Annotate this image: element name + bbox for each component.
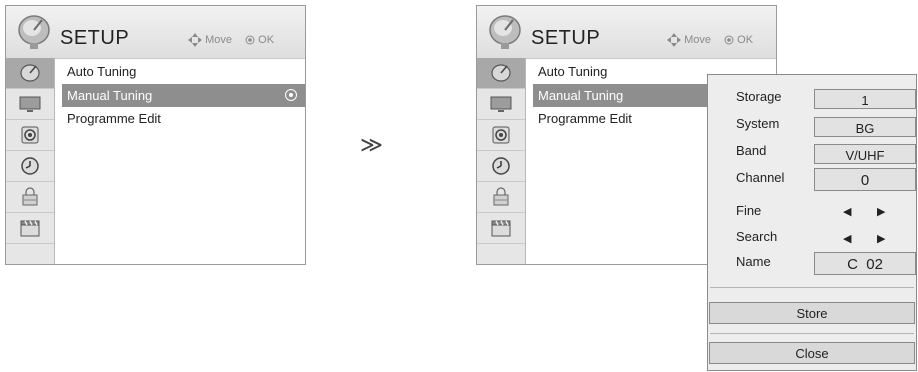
lock-icon: [493, 187, 509, 206]
popup-divider: [710, 333, 914, 334]
search-right-arrow-icon[interactable]: ▶: [877, 232, 885, 245]
audio-icon: [492, 126, 510, 144]
clapperboard-icon: [491, 220, 511, 237]
setup-dish-icon: [18, 15, 50, 49]
audio-icon: [21, 126, 39, 144]
sidebar-item-picture[interactable]: [6, 89, 54, 120]
transition-arrow: ≫: [360, 132, 384, 157]
store-button[interactable]: Store: [709, 302, 915, 324]
setup-title: SETUP: [531, 27, 601, 49]
manual-tuning-popup: Storage 1 System BG Band V/UHF Channel 0…: [707, 74, 917, 371]
sidebar-item-audio[interactable]: [6, 120, 54, 151]
picture-icon: [19, 96, 41, 112]
category-sidebar: [6, 58, 55, 264]
sidebar-item-option[interactable]: [6, 213, 54, 244]
clapperboard-icon: [20, 220, 40, 237]
band-value-field[interactable]: V/UHF: [814, 144, 916, 164]
name-value-field[interactable]: C 02: [814, 252, 916, 275]
sidebar-item-picture[interactable]: [477, 89, 525, 120]
satellite-icon: [491, 64, 511, 82]
fine-right-arrow-icon[interactable]: ▶: [877, 205, 885, 218]
sidebar-item-time[interactable]: [6, 151, 54, 182]
sidebar-item-option[interactable]: [477, 213, 525, 244]
band-label: Band: [736, 143, 767, 158]
category-sidebar: [477, 58, 526, 264]
sidebar-item-setup[interactable]: [6, 58, 54, 89]
ok-hint-label: OK: [737, 33, 754, 46]
sidebar-item-lock[interactable]: [6, 182, 54, 213]
name-label: Name: [736, 254, 771, 269]
menu-item-label: Manual Tuning: [67, 88, 153, 103]
ok-select-icon: [285, 89, 297, 101]
fine-label: Fine: [736, 203, 762, 218]
fine-left-arrow-icon[interactable]: ◀: [843, 205, 851, 218]
sidebar-item-audio[interactable]: [477, 120, 525, 151]
setup-title-bar: SETUP Move OK: [477, 6, 776, 59]
system-value-field[interactable]: BG: [814, 117, 916, 137]
system-label: System: [736, 116, 780, 131]
close-button[interactable]: Close: [709, 342, 915, 364]
menu-item-manual-tuning[interactable]: Manual Tuning: [533, 84, 707, 107]
ok-button-icon: [245, 35, 255, 45]
move-arrows-icon: [188, 33, 202, 47]
ok-button-icon: [724, 35, 734, 45]
move-hint-label: Move: [684, 33, 711, 46]
menu-item-auto-tuning[interactable]: Auto Tuning: [67, 60, 136, 83]
clock-icon: [21, 157, 39, 175]
picture-icon: [490, 96, 512, 112]
sidebar-item-setup[interactable]: [477, 58, 525, 89]
move-ok-hint: Move OK: [667, 33, 753, 47]
channel-label: Channel: [736, 170, 785, 185]
menu-item-programme-edit[interactable]: Programme Edit: [67, 107, 161, 130]
ok-hint-label: OK: [258, 33, 275, 46]
popup-divider: [710, 287, 914, 288]
sidebar-item-lock[interactable]: [477, 182, 525, 213]
menu-item-programme-edit[interactable]: Programme Edit: [538, 107, 632, 130]
setup-menu-panel-left: SETUP Move OK Auto Tuning Manual Tuning …: [5, 5, 306, 265]
satellite-icon: [20, 64, 40, 82]
setup-title: SETUP: [60, 27, 130, 49]
search-left-arrow-icon[interactable]: ◀: [843, 232, 851, 245]
menu-item-manual-tuning[interactable]: Manual Tuning: [62, 84, 305, 107]
channel-value-field[interactable]: 0: [814, 168, 916, 191]
storage-value-field[interactable]: 1: [814, 89, 916, 109]
setup-dish-icon: [489, 15, 521, 49]
setup-title-bar: SETUP Move OK: [6, 6, 305, 59]
move-hint-label: Move: [205, 33, 232, 46]
storage-label: Storage: [736, 89, 782, 104]
move-arrows-icon: [667, 33, 681, 47]
sidebar-item-time[interactable]: [477, 151, 525, 182]
search-label: Search: [736, 229, 778, 244]
clock-icon: [492, 157, 510, 175]
menu-item-auto-tuning[interactable]: Auto Tuning: [538, 60, 607, 83]
lock-icon: [22, 187, 38, 206]
move-ok-hint: Move OK: [188, 33, 274, 47]
